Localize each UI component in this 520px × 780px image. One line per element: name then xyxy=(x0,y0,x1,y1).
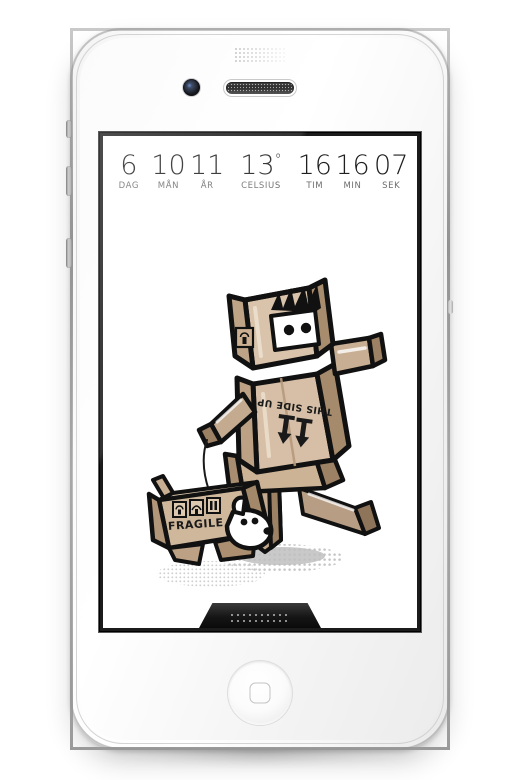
home-button-square-icon xyxy=(249,682,271,704)
dog-eye-left xyxy=(240,518,248,526)
clock-value-min: 16 xyxy=(335,149,370,181)
proximity-sensor-icon xyxy=(234,47,286,63)
dog-box-flap-lower-left xyxy=(167,542,205,566)
wallpaper-illustration: THIS SIDE UP FRAGILE xyxy=(103,188,417,628)
clock-cell-celsius: 13° CELSIUS xyxy=(226,149,296,190)
clock-cell-ar: 11 ÅR xyxy=(188,149,226,190)
home-button[interactable] xyxy=(228,661,292,725)
robot-head xyxy=(226,277,336,371)
clock-value-tim: 16 xyxy=(297,149,332,181)
clock-value-man: 10 xyxy=(151,149,186,181)
bottom-speaker-dock xyxy=(199,603,321,628)
screen-content[interactable]: 6 DAG 10 MÅN 11 ÅR 13° CELSIUS 16 TIM 16 xyxy=(103,136,417,628)
box-dog: FRAGILE xyxy=(146,474,274,566)
mute-switch[interactable] xyxy=(66,120,72,138)
screenshot-stage: 6 DAG 10 MÅN 11 ÅR 13° CELSIUS 16 TIM 16 xyxy=(0,0,520,780)
robot-torso: THIS SIDE UP xyxy=(234,361,352,475)
robot-head-stamp xyxy=(234,326,255,349)
clock-cell-sek: 07 SEK xyxy=(371,149,411,190)
volume-up-button[interactable] xyxy=(66,166,72,196)
clock-cell-tim: 16 TIM xyxy=(296,149,334,190)
front-camera-icon xyxy=(183,79,200,96)
sim-tray[interactable] xyxy=(448,300,453,314)
ground-shadow-dog xyxy=(157,561,265,587)
robot-eye-right xyxy=(300,322,312,334)
speaker-grille-icon xyxy=(229,612,291,624)
camera-glint xyxy=(187,83,192,88)
robot-right-leg xyxy=(297,486,381,536)
dog-nose xyxy=(263,527,273,535)
dog-eye-right xyxy=(251,517,259,525)
temperature-value: 13 xyxy=(240,149,275,181)
clock-cell-man: 10 MÅN xyxy=(149,149,189,190)
clock-value-celsius: 13° xyxy=(240,149,282,181)
clock-value-sek: 07 xyxy=(374,149,409,181)
robot-eye-left xyxy=(283,324,295,336)
clock-value-dag: 6 xyxy=(120,149,138,181)
clock-row: 6 DAG 10 MÅN 11 ÅR 13° CELSIUS 16 TIM 16 xyxy=(103,142,417,190)
clock-value-ar: 11 xyxy=(189,149,225,181)
volume-down-button[interactable] xyxy=(66,238,72,268)
clock-cell-dag: 6 DAG xyxy=(109,149,149,190)
robot-right-arm xyxy=(328,331,388,377)
clock-cell-min: 16 MIN xyxy=(334,149,372,190)
earpiece-mesh xyxy=(227,83,293,93)
earpiece-speaker-icon xyxy=(226,82,294,94)
degree-icon: ° xyxy=(274,151,282,168)
